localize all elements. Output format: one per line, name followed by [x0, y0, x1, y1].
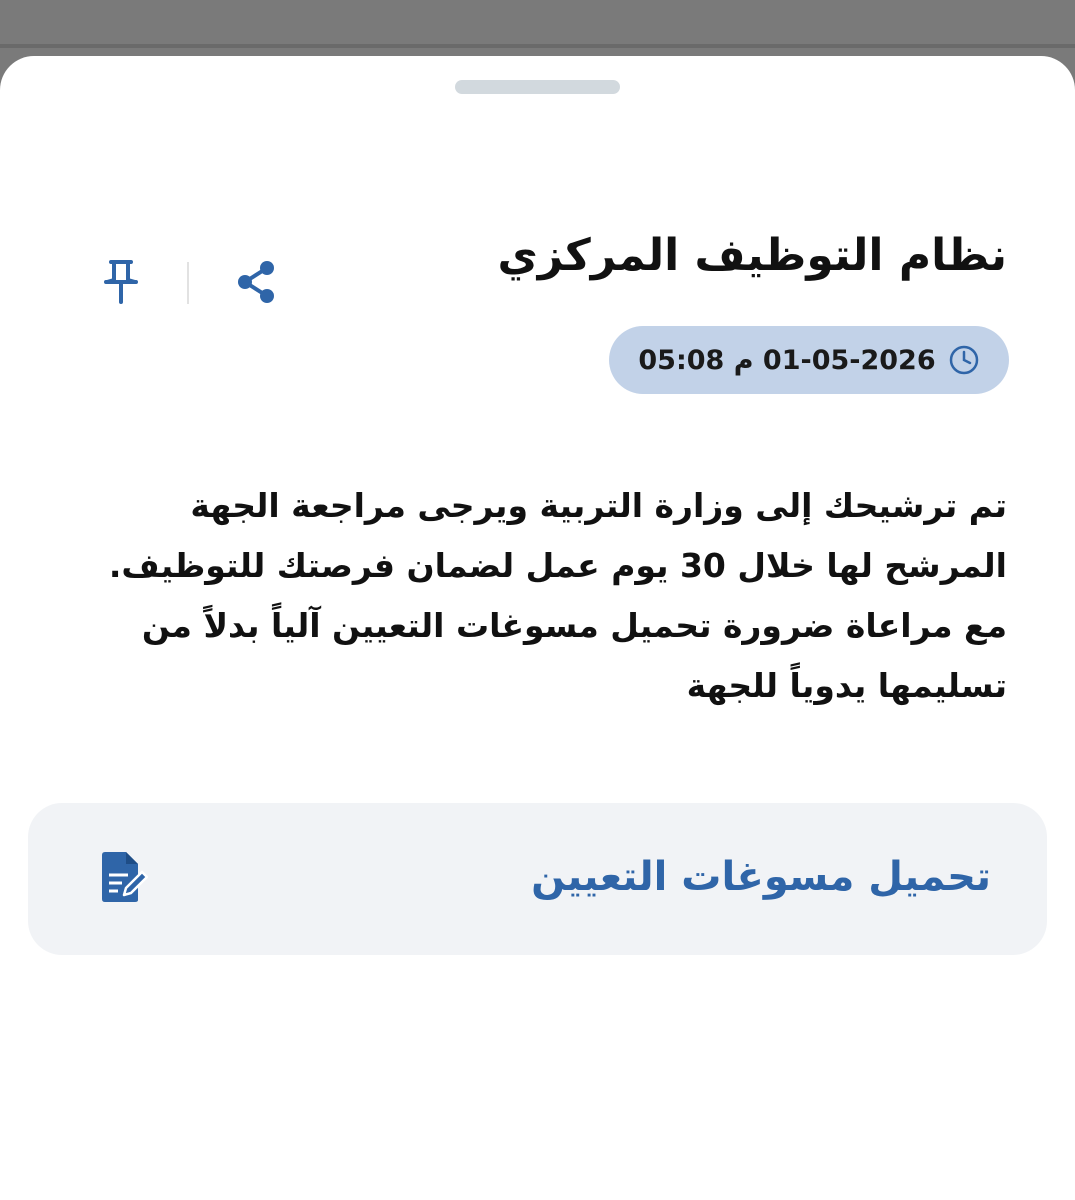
background-divider: [0, 44, 1075, 48]
sheet-grabber[interactable]: [455, 80, 620, 94]
timestamp-badge: 01-05-2026 م 05:08: [609, 326, 1009, 394]
share-button[interactable]: [228, 252, 284, 312]
clock-icon: [949, 345, 978, 375]
dimmed-background: [0, 0, 1075, 60]
notification-title: نظام التوظيف المركزي: [497, 230, 1007, 281]
notification-body: تم ترشيحك إلى وزارة التربية ويرجى مراجعة…: [108, 486, 1007, 705]
upload-documents-button[interactable]: تحميل مسوغات التعيين: [28, 803, 1047, 955]
timestamp-text: 01-05-2026 م 05:08: [638, 344, 936, 376]
pin-icon: [104, 260, 138, 304]
upload-documents-label: تحميل مسوغات التعيين: [531, 854, 991, 900]
share-icon: [238, 261, 274, 303]
action-divider: [187, 262, 189, 304]
pin-button[interactable]: [92, 252, 150, 312]
bottom-sheet: نظام التوظيف المركزي 01-05-2026 م 05:08 …: [0, 56, 1075, 1200]
document-edit-icon: [102, 852, 148, 902]
